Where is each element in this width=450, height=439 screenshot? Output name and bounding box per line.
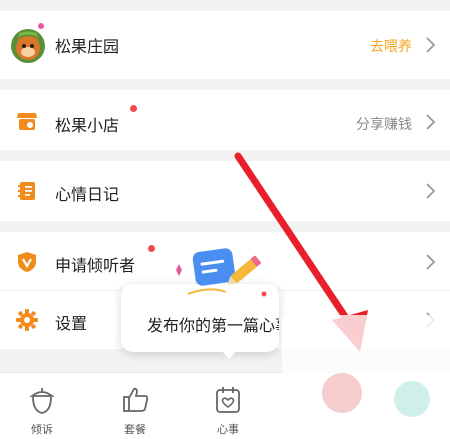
chevron-right-icon — [426, 37, 436, 53]
tab-label: 心事 — [217, 423, 239, 436]
shop-icon — [16, 110, 38, 136]
notification-dot — [148, 245, 155, 252]
tab-label: 倾诉 — [31, 423, 53, 436]
menu-item-pine-manor[interactable]: 松果庄园 去喂养 — [0, 11, 450, 79]
notification-dot — [38, 23, 44, 29]
squirrel-avatar-icon — [10, 28, 46, 68]
menu-item-mood-diary[interactable]: 心情日记 — [0, 161, 450, 221]
calendar-heart-icon — [216, 387, 240, 413]
menu-item-label: 心情日记 — [55, 185, 120, 204]
menu-item-label: 松果小店 — [55, 116, 120, 135]
menu-item-pine-shop[interactable]: 松果小店 分享赚钱 — [0, 90, 450, 150]
tab-mind-thoughts[interactable]: 心事 — [198, 373, 258, 439]
diary-icon — [16, 180, 38, 206]
share-earn-link[interactable]: 分享赚钱 — [356, 114, 412, 134]
watermark-overlay — [282, 315, 450, 439]
menu-item-label: 设置 — [55, 314, 88, 333]
tab-confide[interactable]: 倾诉 — [12, 373, 72, 439]
listener-badge-icon — [16, 251, 38, 277]
menu-item-label: 申请倾听者 — [55, 256, 136, 275]
gear-icon — [16, 309, 38, 335]
menu-item-label: 松果庄园 — [55, 37, 120, 56]
chevron-right-icon — [426, 254, 436, 270]
tab-label: 套餐 — [124, 423, 146, 436]
notification-dot — [130, 105, 137, 112]
chevron-right-icon — [426, 114, 436, 130]
acorn-icon — [29, 388, 55, 414]
tab-package[interactable]: 套餐 — [105, 373, 165, 439]
thumbs-up-icon — [123, 387, 149, 412]
chevron-right-icon — [426, 183, 436, 199]
feed-link[interactable]: 去喂养 — [370, 36, 412, 56]
